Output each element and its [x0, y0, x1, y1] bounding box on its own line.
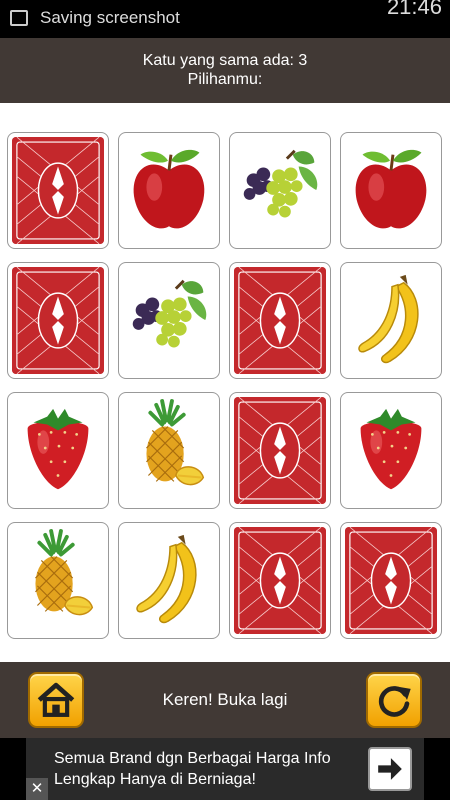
card-facedown[interactable]: [7, 132, 109, 249]
card-back-pattern: [345, 527, 437, 634]
pineapple-icon: [8, 523, 108, 638]
status-bar: Saving screenshot 21:46: [0, 0, 450, 38]
card-apple[interactable]: [340, 132, 442, 249]
bottom-bar: Keren! Buka lagi: [0, 662, 450, 738]
notification-text: Saving screenshot: [40, 8, 180, 27]
grapes-icon: [230, 133, 330, 248]
arrow-right-icon: [378, 758, 402, 780]
match-count-text: Katu yang sama ada: 3: [142, 52, 308, 69]
banana-icon: [341, 263, 441, 378]
card-grid: [7, 132, 443, 640]
ad-arrow-button[interactable]: [368, 747, 412, 791]
pineapple-icon: [119, 393, 219, 508]
card-banana[interactable]: [340, 262, 442, 379]
ad-content[interactable]: Semua Brand dgn Berbagai Harga Info Leng…: [26, 738, 424, 800]
card-apple[interactable]: [118, 132, 220, 249]
refresh-icon: [378, 686, 411, 717]
card-facedown[interactable]: [7, 262, 109, 379]
card-pineapple[interactable]: [7, 522, 109, 639]
card-strawberry[interactable]: [7, 392, 109, 509]
refresh-button[interactable]: [366, 672, 422, 728]
card-back-pattern: [12, 137, 104, 244]
banana-icon: [119, 523, 219, 638]
ad-banner[interactable]: Semua Brand dgn Berbagai Harga Info Leng…: [0, 738, 450, 800]
clock: 21:46: [386, 0, 442, 19]
card-back-pattern: [234, 527, 326, 634]
card-back-pattern: [12, 267, 104, 374]
card-strawberry[interactable]: [340, 392, 442, 509]
grapes-icon: [119, 263, 219, 378]
card-back-pattern: [234, 397, 326, 504]
card-facedown[interactable]: [229, 522, 331, 639]
card-facedown[interactable]: [340, 522, 442, 639]
screenshot-icon: [10, 10, 28, 26]
card-grapes[interactable]: [118, 262, 220, 379]
choice-label: Pilihanmu:: [187, 71, 263, 88]
ad-text: Semua Brand dgn Berbagai Harga Info Leng…: [54, 750, 331, 788]
ad-close-button[interactable]: ✕: [26, 778, 48, 800]
card-back-pattern: [234, 267, 326, 374]
card-banana[interactable]: [118, 522, 220, 639]
game-header: Katu yang sama ada: 3 Pilihanmu:: [0, 38, 450, 103]
apple-icon: [119, 133, 219, 248]
card-grapes[interactable]: [229, 132, 331, 249]
card-facedown[interactable]: [229, 392, 331, 509]
card-pineapple[interactable]: [118, 392, 220, 509]
apple-icon: [341, 133, 441, 248]
strawberry-icon: [8, 393, 108, 508]
card-facedown[interactable]: [229, 262, 331, 379]
strawberry-icon: [341, 393, 441, 508]
